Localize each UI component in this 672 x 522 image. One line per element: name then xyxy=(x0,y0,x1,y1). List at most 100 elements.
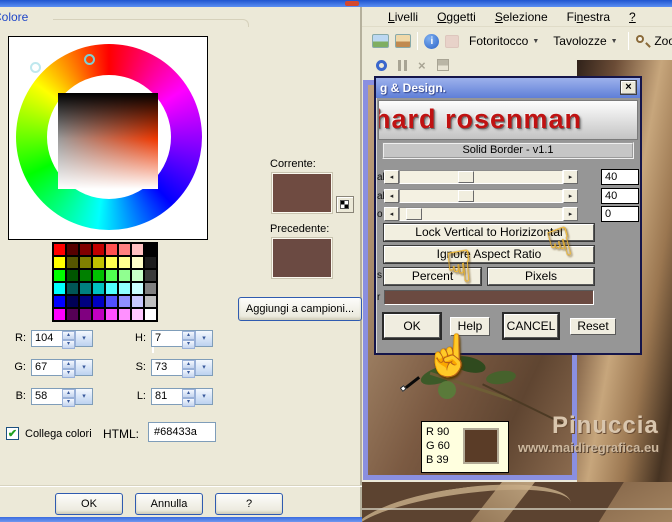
zoom-magnifier-icon[interactable] xyxy=(635,34,651,48)
palette-swatch[interactable] xyxy=(118,295,131,308)
save-icon[interactable] xyxy=(436,59,449,71)
link-colors-checkbox[interactable]: ✔ xyxy=(6,427,19,440)
palette-swatch[interactable] xyxy=(53,243,66,256)
slider-thumb[interactable] xyxy=(458,171,475,183)
palette-swatch[interactable] xyxy=(144,308,157,321)
stop-icon[interactable]: × xyxy=(418,58,426,73)
slider-value-field[interactable]: 40 xyxy=(601,188,639,204)
palette-swatch[interactable] xyxy=(144,269,157,282)
l-down-arrow-icon[interactable]: ▾ xyxy=(182,398,195,407)
palette-swatch[interactable] xyxy=(131,243,144,256)
border-color-swatch[interactable] xyxy=(384,290,594,305)
s-dropdown-icon[interactable]: ▾ xyxy=(195,360,212,375)
g-value-field[interactable]: 67 xyxy=(32,360,62,375)
palette-swatch[interactable] xyxy=(105,243,118,256)
palette-swatch[interactable] xyxy=(66,256,79,269)
saturation-lightness-square[interactable] xyxy=(58,93,158,189)
s-down-arrow-icon[interactable]: ▾ xyxy=(182,369,195,378)
palette-swatch[interactable] xyxy=(144,256,157,269)
slider-thumb[interactable] xyxy=(458,190,475,202)
transparency-checker-button[interactable] xyxy=(336,196,354,213)
s-up-arrow-icon[interactable]: ▴ xyxy=(182,360,195,369)
scan-image-icon[interactable] xyxy=(394,34,412,48)
palette-swatch[interactable] xyxy=(53,308,66,321)
palette-swatch[interactable] xyxy=(79,256,92,269)
palette-swatch[interactable] xyxy=(105,269,118,282)
palette-swatch[interactable] xyxy=(79,243,92,256)
g-down-arrow-icon[interactable]: ▾ xyxy=(62,369,75,378)
palette-swatch[interactable] xyxy=(92,256,105,269)
palette-swatch[interactable] xyxy=(53,295,66,308)
palette-swatch[interactable] xyxy=(144,295,157,308)
menu-finestra[interactable]: Finestra xyxy=(567,10,610,24)
s-value-field[interactable]: 73 xyxy=(152,360,182,375)
slider-right-arrow-icon[interactable]: ▸ xyxy=(563,189,578,203)
b-dropdown-icon[interactable]: ▾ xyxy=(75,389,92,404)
menu-?[interactable]: ? xyxy=(629,10,636,24)
palette-swatch[interactable] xyxy=(118,282,131,295)
palette-swatch[interactable] xyxy=(66,269,79,282)
slider-track[interactable] xyxy=(399,189,563,203)
palette-swatch[interactable] xyxy=(118,308,131,321)
g-dropdown-icon[interactable]: ▾ xyxy=(75,360,92,375)
palette-swatch[interactable] xyxy=(92,295,105,308)
palette-swatch[interactable] xyxy=(105,308,118,321)
palette-swatch[interactable] xyxy=(66,295,79,308)
title-bar[interactable] xyxy=(0,0,672,7)
r-up-arrow-icon[interactable]: ▴ xyxy=(62,331,75,340)
palette-swatch[interactable] xyxy=(79,295,92,308)
h-dropdown-icon[interactable]: ▾ xyxy=(195,331,212,346)
menu-livelli[interactable]: Livelli xyxy=(388,10,418,24)
slider-value-field[interactable]: 0 xyxy=(601,206,639,222)
slider-right-arrow-icon[interactable]: ▸ xyxy=(563,170,578,184)
palette-swatch[interactable] xyxy=(92,269,105,282)
palette-swatch[interactable] xyxy=(131,295,144,308)
pause-icon[interactable] xyxy=(398,59,407,71)
r-value-field[interactable]: 104 xyxy=(32,331,62,346)
slider-left-arrow-icon[interactable]: ◂ xyxy=(384,207,399,221)
palette-swatch[interactable] xyxy=(66,308,79,321)
palette-swatch[interactable] xyxy=(105,282,118,295)
palette-swatch[interactable] xyxy=(144,243,157,256)
palette-swatch[interactable] xyxy=(105,295,118,308)
ok-button[interactable]: OK xyxy=(55,493,123,515)
palette-swatch[interactable] xyxy=(53,269,66,282)
slider-left-arrow-icon[interactable]: ◂ xyxy=(384,170,399,184)
palette-swatch[interactable] xyxy=(92,308,105,321)
l-dropdown-icon[interactable]: ▾ xyxy=(195,389,212,404)
browse-image-icon[interactable] xyxy=(372,34,389,48)
slider-left-arrow-icon[interactable]: ◂ xyxy=(384,189,399,203)
close-icon[interactable] xyxy=(345,1,359,6)
palette-swatch[interactable] xyxy=(131,269,144,282)
menu-oggetti[interactable]: Oggetti xyxy=(437,10,476,24)
html-color-field[interactable]: #68433a xyxy=(148,422,216,442)
palette-swatch[interactable] xyxy=(92,243,105,256)
plugin-title-bar[interactable]: g & Design. xyxy=(376,78,640,98)
palette-swatch[interactable] xyxy=(131,282,144,295)
record-icon[interactable] xyxy=(376,59,387,71)
palette-swatch[interactable] xyxy=(131,308,144,321)
b-up-arrow-icon[interactable]: ▴ xyxy=(62,389,75,398)
palette-swatch[interactable] xyxy=(53,256,66,269)
palette-swatch[interactable] xyxy=(118,256,131,269)
hue-selector[interactable] xyxy=(84,54,95,65)
b-down-arrow-icon[interactable]: ▾ xyxy=(62,398,75,407)
pixels-button[interactable]: Pixels xyxy=(487,267,595,286)
palette-swatch[interactable] xyxy=(79,282,92,295)
tavolozze-button[interactable]: Tavolozze ▼ xyxy=(549,32,621,50)
slider-track[interactable] xyxy=(399,207,563,221)
close-icon[interactable]: × xyxy=(620,80,637,95)
plugin-cancel-button[interactable]: CANCEL xyxy=(502,312,560,340)
palette-swatch[interactable] xyxy=(66,282,79,295)
palette-swatch[interactable] xyxy=(53,282,66,295)
palette-swatch[interactable] xyxy=(79,308,92,321)
slider-thumb[interactable] xyxy=(405,208,422,220)
r-dropdown-icon[interactable]: ▾ xyxy=(75,331,92,346)
l-value-field[interactable]: 81 xyxy=(152,389,182,404)
palette-swatch[interactable] xyxy=(92,282,105,295)
h-down-arrow-icon[interactable]: ▾ xyxy=(182,340,195,349)
h-up-arrow-icon[interactable]: ▴ xyxy=(182,331,195,340)
slider-value-field[interactable]: 40 xyxy=(601,169,639,185)
palette-swatch[interactable] xyxy=(105,256,118,269)
saturation-selector[interactable] xyxy=(30,62,41,73)
